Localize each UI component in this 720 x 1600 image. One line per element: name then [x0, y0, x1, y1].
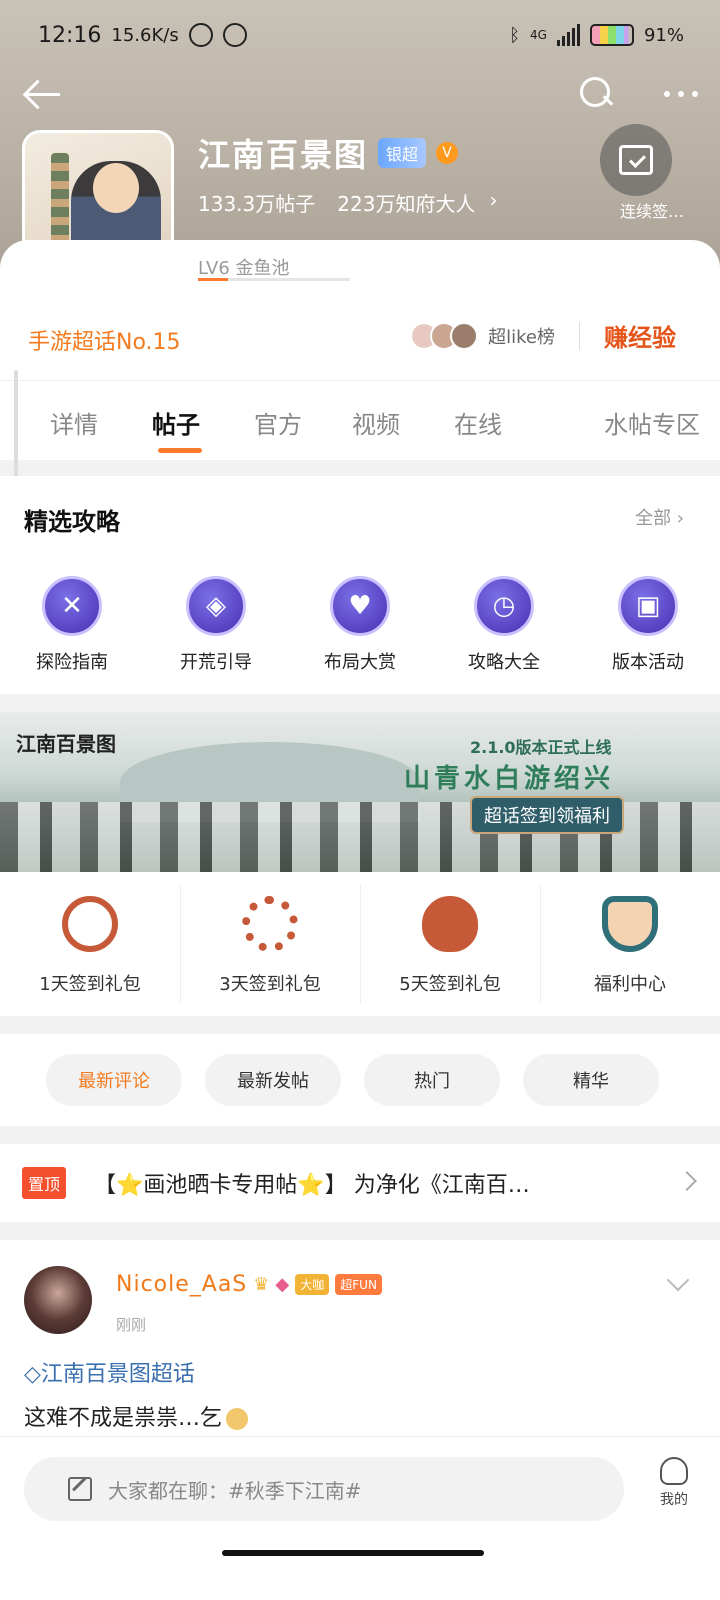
- search-icon[interactable]: [580, 77, 614, 111]
- post-count: 133.3万帖子: [198, 192, 316, 216]
- post-username[interactable]: Nicole_AaS: [116, 1272, 247, 1297]
- filter-latest-post[interactable]: 最新发帖: [205, 1054, 341, 1106]
- calendar-check-icon: [619, 145, 653, 175]
- diamond-icon: ◆: [275, 1274, 290, 1295]
- banner-version: 2.1.0版本正式上线: [470, 738, 612, 757]
- signin-gifts: 1天签到礼包 3天签到礼包 5天签到礼包 福利中心: [0, 872, 720, 1016]
- member-count: 223万知府大人: [337, 192, 476, 216]
- forum-stats[interactable]: 133.3万帖子 223万知府大人 ›: [198, 188, 497, 217]
- battery-level: 91%: [643, 24, 684, 46]
- filter-hot[interactable]: 热门: [364, 1054, 500, 1106]
- pinned-tag: 置顶: [22, 1167, 67, 1199]
- jade-ring-icon: [62, 896, 118, 952]
- guide-item-start[interactable]: ◈ 开荒引导: [144, 576, 288, 674]
- filter-featured[interactable]: 精华: [523, 1054, 659, 1106]
- checkin-label: 连续签…: [619, 202, 684, 221]
- view-all-link[interactable]: 全部 ›: [635, 504, 684, 530]
- tab-official[interactable]: 官方: [254, 405, 302, 440]
- banner-tag: 超话签到领福利: [470, 796, 624, 834]
- like-avatars: [410, 321, 479, 350]
- post-body: 这难不成是祟祟…乞: [24, 1400, 249, 1432]
- input-placeholder: 大家都在聊：#秋季下江南#: [108, 1478, 362, 1503]
- crown-icon: ♛: [253, 1274, 270, 1295]
- level-label: LV6 金鱼池: [198, 258, 290, 279]
- guide-item-all-guides[interactable]: ◷ 攻略大全: [432, 576, 576, 674]
- status-bar: 12:16 15.6K/s ᛒ 4G 91%: [38, 18, 684, 52]
- section-title: 精选攻略: [24, 508, 120, 536]
- swords-icon: ✕: [42, 576, 102, 636]
- avatar[interactable]: [24, 1266, 92, 1334]
- alarm-icon: [222, 23, 247, 47]
- tab-details[interactable]: 详情: [50, 405, 98, 440]
- checkin-button[interactable]: [600, 124, 672, 196]
- gift-1-day[interactable]: 1天签到礼包: [0, 872, 180, 1016]
- stopwatch-icon: ◷: [474, 576, 534, 636]
- status-speed: 15.6K/s: [111, 24, 179, 46]
- filter-latest-comment[interactable]: 最新评论: [46, 1054, 182, 1106]
- tab-online[interactable]: 在线: [454, 405, 502, 440]
- earn-exp-button[interactable]: 赚经验: [604, 318, 676, 353]
- guides-section: 精选攻略 全部 › ✕ 探险指南 ◈ 开荒引导 ♥ 布局大赏 ◷ 攻略大全 ▣ …: [0, 476, 720, 694]
- like-rank-link[interactable]: 超like榜: [488, 323, 555, 349]
- edit-icon: [68, 1477, 92, 1501]
- pinned-title: 【⭐画池晒卡专用帖⭐】 为净化《江南百…: [94, 1173, 530, 1198]
- badge-superfun: 超FUN: [335, 1274, 382, 1295]
- money-pouch-icon: [422, 896, 478, 952]
- doge-emoji-icon: [226, 1408, 249, 1430]
- network-label: 4G: [530, 28, 547, 42]
- forum-info-card: LV6 金鱼池 手游超话No.15 超like榜 赚经验 详情 帖子 官方 视频…: [0, 240, 720, 460]
- pinned-post[interactable]: 置顶 【⭐画池晒卡专用帖⭐】 为净化《江南百…: [0, 1144, 720, 1222]
- battery-icon: [589, 24, 634, 46]
- gift-icon: ▣: [618, 576, 678, 636]
- guide-item-layout[interactable]: ♥ 布局大赏: [288, 576, 432, 674]
- me-button[interactable]: 我的: [660, 1457, 688, 1509]
- guide-item-adventure[interactable]: ✕ 探险指南: [0, 576, 144, 674]
- badge-dakai: 大咖: [295, 1274, 330, 1295]
- post-card[interactable]: Nicole_AaS ♛ ◆ 大咖 超FUN 刚刚 ◇江南百景图超话 这难不成是…: [0, 1240, 720, 1440]
- more-icon[interactable]: [664, 91, 698, 97]
- promo-banner[interactable]: 江南百景图 2.1.0版本正式上线 山青水白游绍兴 超话签到领福利: [0, 712, 720, 872]
- rank-link[interactable]: 手游超话No.15: [28, 324, 181, 356]
- banner-slogan: 山青水白游绍兴: [404, 764, 615, 794]
- divider: [579, 321, 580, 350]
- diamond-icon: ◇: [24, 1362, 41, 1387]
- back-icon[interactable]: [22, 74, 62, 114]
- level-progress-bar: [198, 278, 350, 281]
- map-pin-icon: ◈: [186, 576, 246, 636]
- scrollbar[interactable]: [14, 370, 18, 480]
- tab-bar: 详情 帖子 官方 视频 在线 水帖专区: [0, 380, 720, 460]
- guide-item-events[interactable]: ▣ 版本活动: [576, 576, 720, 674]
- signal-icon: [556, 24, 580, 46]
- welfare-center[interactable]: 福利中心: [540, 872, 720, 1016]
- topic-link[interactable]: ◇江南百景图超话: [24, 1356, 195, 1388]
- verified-icon: V: [436, 142, 459, 164]
- official-face-icon: [602, 896, 658, 952]
- bead-necklace-icon: [242, 896, 298, 952]
- tab-water-posts[interactable]: 水帖专区: [604, 405, 700, 440]
- gift-5-day[interactable]: 5天签到礼包: [360, 872, 540, 1016]
- banner-logo: 江南百景图: [16, 732, 116, 756]
- silver-badge[interactable]: 银超: [378, 138, 427, 168]
- chevron-right-icon: [677, 1171, 697, 1191]
- comment-input[interactable]: 大家都在聊：#秋季下江南#: [24, 1457, 624, 1521]
- mute-icon: [188, 23, 213, 47]
- tab-posts[interactable]: 帖子: [152, 405, 200, 440]
- forum-name: 江南百景图: [198, 136, 369, 174]
- bottom-bar: 大家都在聊：#秋季下江南# 我的: [0, 1436, 720, 1600]
- chevron-right-icon: ›: [489, 188, 498, 212]
- tab-video[interactable]: 视频: [352, 405, 400, 440]
- bluetooth-icon: ᛒ: [509, 24, 521, 46]
- home-indicator[interactable]: [222, 1550, 484, 1556]
- status-time: 12:16: [38, 22, 102, 48]
- chevron-down-icon[interactable]: [666, 1268, 690, 1292]
- filter-chips: 最新评论 最新发帖 热门 精华: [0, 1034, 720, 1126]
- active-tab-indicator: [158, 448, 202, 453]
- post-time: 刚刚: [116, 1316, 147, 1334]
- heart-bubble-icon: ♥: [330, 576, 390, 636]
- gift-3-day[interactable]: 3天签到礼包: [180, 872, 360, 1016]
- user-icon: [660, 1457, 688, 1485]
